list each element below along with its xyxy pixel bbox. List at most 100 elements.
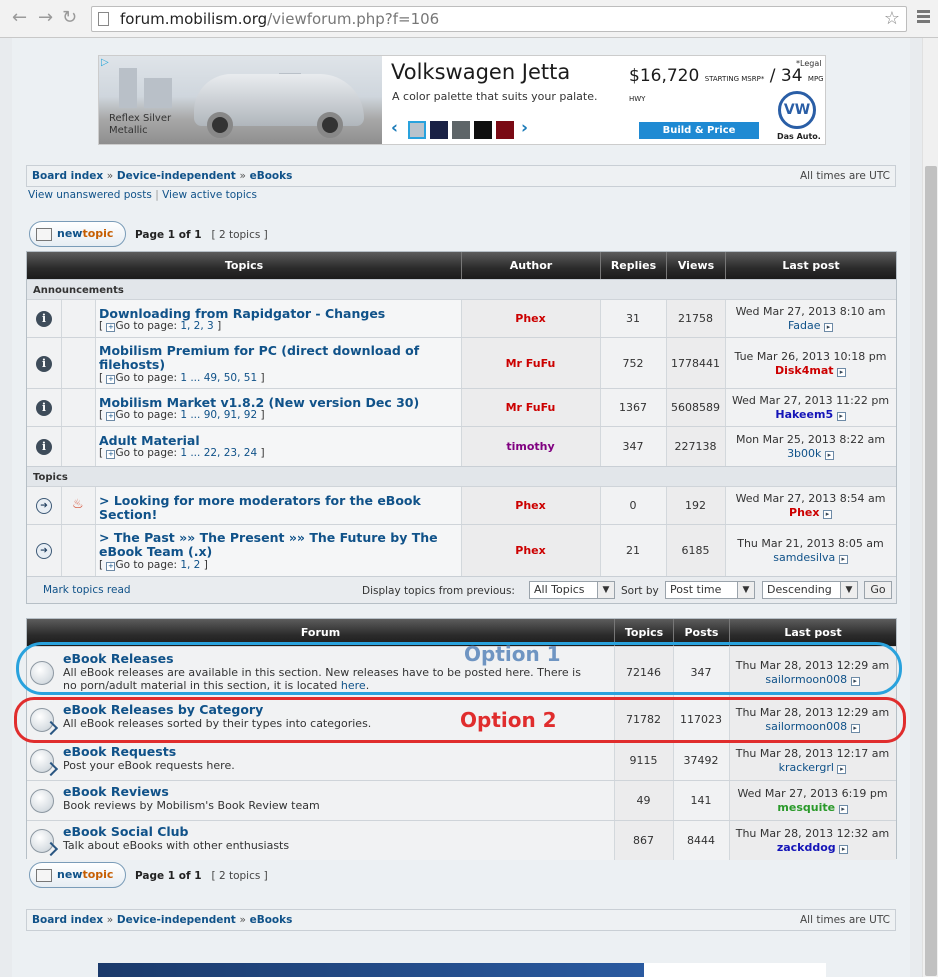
author-link[interactable]: Mr FuFu bbox=[461, 357, 600, 370]
display-select[interactable]: All Topics ▼ bbox=[529, 581, 615, 599]
crumb-ebooks[interactable]: eBooks bbox=[250, 914, 293, 926]
topic-arrow-icon[interactable]: ➔ bbox=[36, 543, 52, 559]
topic-row[interactable]: ➔ ♨ > Looking for more moderators for th… bbox=[27, 486, 896, 524]
menu-icon[interactable] bbox=[917, 10, 930, 25]
topic-title-link[interactable]: Adult Material bbox=[99, 434, 459, 448]
scrollbar-thumb[interactable] bbox=[925, 166, 937, 976]
views-count: 227138 bbox=[674, 440, 717, 453]
crumb-ebooks[interactable]: eBooks bbox=[250, 170, 293, 182]
order-select[interactable]: Descending ▼ bbox=[762, 581, 858, 599]
last-post-user[interactable]: 3b00k bbox=[787, 447, 821, 460]
go-button[interactable]: Go bbox=[864, 581, 892, 599]
last-post-user[interactable]: samdesilva bbox=[773, 551, 835, 564]
jump-to-post-icon[interactable]: ▸ bbox=[824, 323, 834, 332]
unanswered-link[interactable]: View unanswered posts bbox=[28, 189, 152, 201]
back-arrow-icon[interactable]: ← bbox=[12, 9, 27, 27]
forum-topics-count: 49 bbox=[636, 794, 651, 807]
jump-to-post-icon[interactable]: ▸ bbox=[822, 510, 832, 519]
topic-row[interactable]: ➔ > The Past »» The Present »» The Futur… bbox=[27, 524, 896, 576]
topic-title-link[interactable]: Mobilism Market v1.8.2 (New version Dec … bbox=[99, 396, 459, 410]
jump-to-post-icon[interactable]: ▸ bbox=[836, 412, 846, 421]
swatch-4[interactable] bbox=[474, 121, 492, 139]
topic-count: [ 2 topics ] bbox=[211, 870, 268, 882]
page-links[interactable]: 1 ... 49, 50, 51 bbox=[180, 372, 257, 384]
jump-to-post-icon[interactable]: ▸ bbox=[824, 451, 834, 460]
author-link[interactable]: Phex bbox=[461, 499, 600, 512]
forum-description: Post your eBook requests here. bbox=[63, 759, 235, 772]
last-post-date: Mon Mar 25, 2013 8:22 am bbox=[735, 433, 886, 446]
url-text[interactable]: forum.mobilism.org/viewforum.php?f=106 bbox=[120, 10, 439, 28]
swatch-2[interactable] bbox=[430, 121, 448, 139]
jump-to-post-icon[interactable]: ▸ bbox=[837, 367, 847, 377]
reload-icon[interactable]: ↻ bbox=[62, 9, 77, 27]
sublinks-sep: | bbox=[155, 189, 159, 201]
last-post-user[interactable]: krackergrl bbox=[779, 761, 834, 774]
sort-select[interactable]: Post time ▼ bbox=[665, 581, 755, 599]
last-post-user[interactable]: Disk4mat bbox=[775, 364, 834, 377]
forum-topics-count: 9115 bbox=[629, 754, 658, 767]
new-topic-button[interactable]: newtopic bbox=[29, 862, 126, 888]
jump-to-post-icon[interactable]: ▸ bbox=[837, 765, 847, 774]
topic-title-link[interactable]: > The Past »» The Present »» The Future … bbox=[99, 531, 459, 559]
address-bar[interactable]: forum.mobilism.org/viewforum.php?f=106 ☆ bbox=[91, 6, 907, 32]
last-post-user[interactable]: mesquite bbox=[777, 801, 835, 814]
page-scrollbar[interactable] bbox=[922, 38, 938, 977]
page-links[interactable]: 1 ... 22, 23, 24 bbox=[180, 447, 257, 459]
author-link[interactable]: Phex bbox=[461, 544, 600, 557]
forum-name-link[interactable]: eBook Requests bbox=[63, 744, 176, 759]
last-post-user[interactable]: Phex bbox=[789, 506, 819, 519]
crumb-device-independent[interactable]: Device-independent bbox=[117, 914, 236, 926]
swatch-5[interactable] bbox=[496, 121, 514, 139]
author-link[interactable]: Mr FuFu bbox=[461, 401, 600, 414]
last-post-user[interactable]: Hakeem5 bbox=[775, 408, 833, 421]
active-topics-link[interactable]: View active topics bbox=[162, 189, 257, 201]
swatch-prev-icon[interactable]: ‹ bbox=[391, 118, 398, 138]
forum-posts-count: 37492 bbox=[683, 754, 719, 767]
goto-pages: [ + Go to page: 1, 2 ] bbox=[99, 559, 208, 571]
mark-topics-read-link[interactable]: Mark topics read bbox=[43, 584, 131, 596]
author-link[interactable]: Phex bbox=[461, 312, 600, 325]
crumb-board-index[interactable]: Board index bbox=[32, 914, 103, 926]
build-price-button[interactable]: Build & Price bbox=[639, 122, 759, 139]
icon-cell bbox=[61, 427, 95, 466]
author-link[interactable]: timothy bbox=[461, 440, 600, 453]
swatch-next-icon[interactable]: › bbox=[521, 118, 528, 138]
announcement-row[interactable]: i Adult Material [ + Go to page: 1 ... 22… bbox=[27, 426, 896, 466]
announcement-row[interactable]: i Downloading from Rapidgator - Changes … bbox=[27, 299, 896, 337]
jump-to-post-icon[interactable]: ▸ bbox=[839, 845, 849, 854]
page-links[interactable]: 1, 2 bbox=[180, 559, 200, 571]
bottom-ad-banner[interactable] bbox=[98, 963, 826, 977]
jump-to-post-icon[interactable]: ▸ bbox=[838, 555, 848, 564]
forum-name-link[interactable]: eBook Reviews bbox=[63, 784, 169, 799]
forum-row[interactable]: eBook Social Club Talk about eBooks with… bbox=[27, 820, 896, 860]
page-links[interactable]: 1, 2, 3 bbox=[180, 320, 213, 332]
views-count: 21758 bbox=[678, 312, 713, 325]
breadcrumb: Board index » Device-independent » eBook… bbox=[26, 165, 896, 187]
last-post-info: Tue Mar 26, 2013 10:18 pm Disk4mat ▸ bbox=[725, 350, 896, 378]
forum-name-link[interactable]: eBook Social Club bbox=[63, 824, 189, 839]
swatch-3[interactable] bbox=[452, 121, 470, 139]
forward-arrow-icon[interactable]: → bbox=[38, 9, 53, 27]
info-icon: i bbox=[36, 311, 52, 327]
announcements-section: Announcements bbox=[27, 279, 896, 299]
crumb-device-independent[interactable]: Device-independent bbox=[117, 170, 236, 182]
topic-title-link[interactable]: Downloading from Rapidgator - Changes bbox=[99, 307, 459, 321]
goto-label: Go to page: bbox=[115, 320, 177, 332]
ad-banner[interactable]: Reflex Silver Metallic ▷ Volkswagen Jett… bbox=[98, 55, 826, 145]
bookmark-star-icon[interactable]: ☆ bbox=[884, 8, 900, 29]
crumb-board-index[interactable]: Board index bbox=[32, 170, 103, 182]
announcement-row[interactable]: i Mobilism Market v1.8.2 (New version De… bbox=[27, 388, 896, 426]
swatch-1[interactable] bbox=[408, 121, 426, 139]
adchoices-icon[interactable]: ▷ bbox=[101, 57, 109, 68]
forum-row[interactable]: eBook Reviews Book reviews by Mobilism's… bbox=[27, 780, 896, 820]
announcement-row[interactable]: i Mobilism Premium for PC (direct downlo… bbox=[27, 337, 896, 388]
topic-title-link[interactable]: Mobilism Premium for PC (direct download… bbox=[99, 344, 459, 372]
topic-title-link[interactable]: > Looking for more moderators for the eB… bbox=[99, 494, 459, 522]
jump-to-post-icon[interactable]: ▸ bbox=[838, 805, 848, 814]
new-topic-button[interactable]: newtopic bbox=[29, 221, 126, 247]
page-links[interactable]: 1 ... 90, 91, 92 bbox=[180, 409, 257, 421]
forum-row[interactable]: eBook Requests Post your eBook requests … bbox=[27, 740, 896, 780]
last-post-user[interactable]: Fadae bbox=[788, 319, 821, 332]
last-post-user[interactable]: zackddog bbox=[777, 841, 836, 854]
topic-arrow-icon[interactable]: ➔ bbox=[36, 498, 52, 514]
